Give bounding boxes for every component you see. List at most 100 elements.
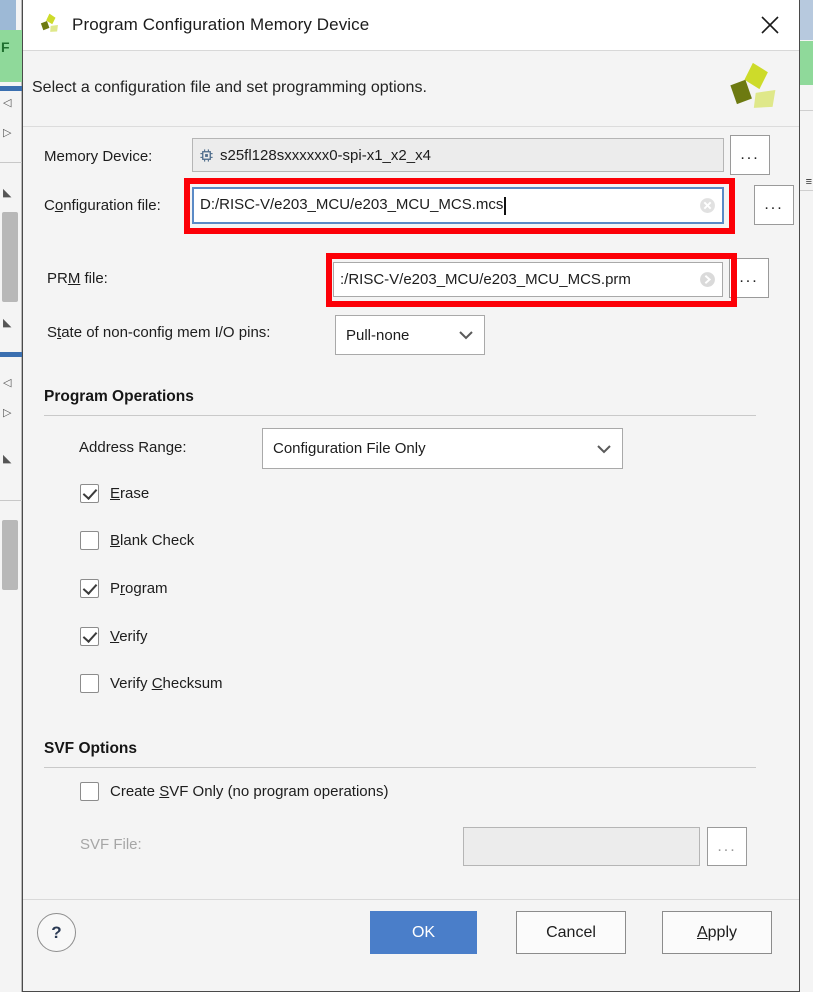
ok-button[interactable]: OK [370, 911, 477, 954]
dialog-header: Select a configuration file and set prog… [23, 51, 799, 127]
memory-device-label: Memory Device: [44, 148, 153, 165]
io-label-pre: S [47, 324, 58, 341]
background-accent-bar-2 [0, 352, 22, 357]
background-right-green-band [800, 41, 813, 85]
configuration-file-value: D:/RISC-V/e203_MCU/e203_MCU_MCS.mcs [200, 196, 695, 215]
background-left-strip [0, 0, 22, 992]
config-label-post: nfiguration file: [63, 197, 161, 214]
prm-label-mnemonic: M [67, 270, 81, 287]
background-side-label: F [1, 39, 10, 55]
program-label: Program [110, 580, 168, 597]
vivado-pinwheel-icon [40, 13, 58, 32]
program-post: ogram [125, 580, 168, 597]
background-chevron-icon: ◁ [3, 97, 12, 109]
erase-checkbox[interactable] [80, 484, 99, 503]
apply-post: pply [707, 923, 738, 941]
background-scrollbar-thumb[interactable] [2, 212, 18, 302]
erase-post: rase [120, 485, 150, 502]
configuration-file-label: Configuration file: [44, 197, 161, 214]
svf-file-label: SVF File: [80, 836, 142, 853]
verify-checkbox[interactable] [80, 627, 99, 646]
svf-mnemonic: S [159, 783, 170, 800]
vivado-pinwheel-logo-icon [730, 62, 776, 108]
background-divider-2 [0, 500, 22, 501]
checkbox-row-create-svf-only[interactable]: Create SVF Only (no program operations) [80, 782, 388, 801]
prm-clear-icon[interactable] [699, 271, 716, 288]
checkbox-row-erase[interactable]: Erase [80, 484, 149, 503]
background-right-divider [800, 110, 813, 111]
memory-device-field: s25fl128sxxxxxx0-spi-x1_x2_x4 [192, 138, 724, 172]
clear-icon[interactable] [699, 197, 716, 214]
dialog-instruction: Select a configuration file and set prog… [32, 79, 427, 96]
prm-file-browse-button[interactable]: ... [729, 258, 769, 298]
background-chevron-icon-7: ◣ [3, 453, 12, 465]
io-pins-state-select[interactable]: Pull-none [335, 315, 485, 355]
background-divider [0, 162, 22, 163]
svf-file-browse-button: ... [707, 827, 747, 866]
apply-button[interactable]: Apply [662, 911, 772, 954]
checksum-pre: Verify [110, 675, 152, 692]
blank-check-checkbox[interactable] [80, 531, 99, 550]
program-checkbox[interactable] [80, 579, 99, 598]
address-range-label: Address Range: [79, 439, 187, 456]
verify-mnemonic: V [110, 628, 120, 645]
svf-file-input [463, 827, 700, 866]
address-range-select[interactable]: Configuration File Only [262, 428, 623, 469]
background-chevron-icon-2: ▷ [3, 127, 12, 139]
svf-post: VF Only (no program operations) [169, 783, 389, 800]
background-right-glyph: ≡ [805, 176, 812, 188]
dialog-body: Memory Device: s25fl128sxxxxxx0-spi-x1_x… [23, 127, 799, 899]
background-right-strip [800, 0, 813, 992]
svf-options-title: SVF Options [44, 740, 137, 757]
background-chevron-icon-3: ◣ [3, 187, 12, 199]
dialog-title: Program Configuration Memory Device [72, 15, 370, 34]
prm-file-label: PRM file: [47, 270, 108, 287]
create-svf-only-checkbox[interactable] [80, 782, 99, 801]
verify-checksum-checkbox[interactable] [80, 674, 99, 693]
prm-label-pre: PR [47, 270, 68, 287]
configuration-file-text: D:/RISC-V/e203_MCU/e203_MCU_MCS.mcs [200, 196, 504, 214]
erase-mnemonic: E [110, 485, 121, 502]
verify-label: Verify [110, 628, 148, 645]
erase-label: Erase [110, 485, 149, 502]
background-right-divider-2 [800, 190, 813, 191]
chip-icon [200, 148, 213, 162]
blank-post: lank Check [120, 532, 195, 549]
svf-pre: Create [110, 783, 160, 800]
checksum-mnemonic: C [151, 675, 163, 692]
config-label-mnemonic: o [54, 197, 64, 214]
background-chevron-icon-4: ◣ [3, 317, 12, 329]
background-scrollbar-thumb-2[interactable] [2, 520, 18, 590]
checkbox-row-verify-checksum[interactable]: Verify Checksum [80, 674, 223, 693]
memory-device-browse-button[interactable]: ... [730, 135, 770, 175]
chevron-down-icon [459, 331, 473, 340]
apply-mnemonic: A [696, 923, 708, 941]
background-titlebar-sliver [0, 0, 16, 30]
background-accent-bar [0, 86, 22, 91]
program-operations-rule [44, 415, 756, 416]
verify-checksum-label: Verify Checksum [110, 675, 223, 692]
prm-label-post: file: [80, 270, 108, 287]
checkbox-row-verify[interactable]: Verify [80, 627, 148, 646]
dialog-footer: ? OK Cancel Apply [23, 899, 799, 991]
program-pre: P [110, 580, 121, 597]
checkbox-row-blank-check[interactable]: Blank Check [80, 531, 194, 550]
blank-check-label: Blank Check [110, 532, 194, 549]
blank-mnemonic: B [110, 532, 121, 549]
help-button[interactable]: ? [37, 913, 76, 952]
configuration-file-browse-button[interactable]: ... [754, 185, 794, 225]
program-operations-title: Program Operations [44, 388, 194, 405]
background-chevron-icon-5: ◁ [3, 377, 12, 389]
checksum-post: hecksum [162, 675, 223, 692]
prm-file-input[interactable]: :/RISC-V/e203_MCU/e203_MCU_MCS.prm [333, 262, 723, 297]
dialog-titlebar: Program Configuration Memory Device [23, 0, 799, 51]
configuration-file-input[interactable]: D:/RISC-V/e203_MCU/e203_MCU_MCS.mcs [192, 187, 724, 224]
checkbox-row-program[interactable]: Program [80, 579, 168, 598]
cancel-button[interactable]: Cancel [516, 911, 626, 954]
close-icon[interactable] [741, 0, 799, 50]
io-pins-state-value: Pull-none [346, 326, 410, 344]
io-label-post: ate of non-config mem I/O pins: [61, 324, 271, 341]
background-green-band [0, 30, 22, 82]
svf-options-rule [44, 767, 756, 768]
memory-device-value: s25fl128sxxxxxx0-spi-x1_x2_x4 [220, 146, 431, 164]
